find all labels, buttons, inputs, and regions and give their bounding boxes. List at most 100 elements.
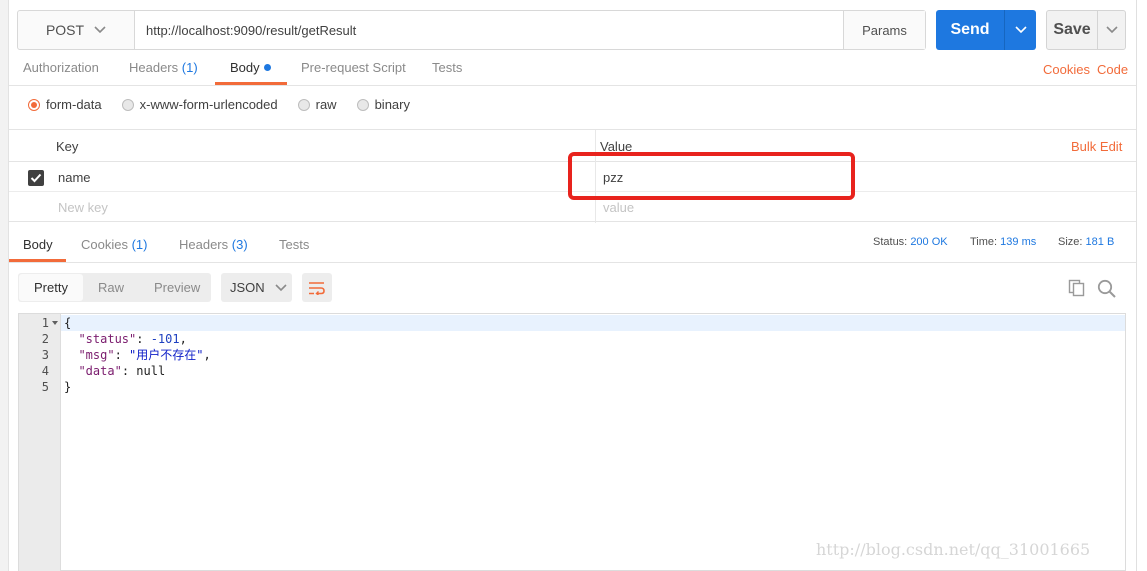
json-key: "status": [78, 332, 137, 346]
response-tab-headers[interactable]: Headers (3): [179, 237, 248, 252]
send-button[interactable]: Send: [936, 10, 1036, 50]
code-link[interactable]: Code: [1097, 62, 1128, 77]
radio-x-www-form-urlencoded[interactable]: x-www-form-urlencoded: [121, 97, 278, 112]
wrap-lines-icon: [309, 281, 325, 295]
status-value: 200 OK: [910, 236, 948, 248]
active-line-highlight: [61, 315, 1125, 331]
tab-tests-label: Tests: [432, 60, 463, 75]
body-type-radio-group: form-data x-www-form-urlencoded raw bina…: [28, 97, 410, 112]
watermark: http://blog.csdn.net/qq_31001665: [816, 540, 1091, 559]
tab-pre-request-label: Pre-request Script: [301, 60, 406, 75]
radio-unselected-icon: [297, 98, 310, 111]
response-tabs: Body Cookies (1) Headers (3) Tests Statu…: [9, 229, 1136, 263]
params-button[interactable]: Params: [843, 11, 925, 49]
left-sidebar-edge: [0, 0, 9, 571]
radio-raw-label: raw: [315, 97, 337, 112]
radio-unselected-icon: [356, 98, 369, 111]
response-time: Time: 139 ms: [970, 236, 1036, 248]
response-headers-count: (3): [231, 237, 248, 252]
tab-body-label: Body: [230, 60, 260, 75]
code-line: "msg": "用户不存在",: [78, 348, 211, 362]
radio-selected-icon: [28, 98, 40, 111]
open-brace: {: [64, 316, 72, 330]
json-value: -101: [150, 332, 180, 346]
new-key-input[interactable]: New key: [58, 200, 108, 215]
time-value: 139 ms: [1000, 236, 1037, 248]
method-label: POST: [45, 22, 85, 38]
wrap-lines-button[interactable]: [302, 273, 332, 302]
response-tab-body[interactable]: Body: [23, 237, 53, 252]
chevron-down-icon: [94, 26, 106, 34]
radio-binary-label: binary: [374, 97, 410, 112]
json-value: "用户不存在": [129, 348, 204, 362]
tab-headers-count: (1): [181, 60, 198, 75]
response-tab-body-label: Body: [23, 237, 53, 252]
url-input[interactable]: http://localhost:9090/result/getResult: [135, 11, 843, 49]
close-brace: }: [64, 380, 72, 394]
response-status: Status: 200 OK: [873, 236, 948, 248]
tab-tests[interactable]: Tests: [432, 60, 462, 75]
bulk-edit-link[interactable]: Bulk Edit: [1071, 139, 1122, 154]
request-url-bar: POST http://localhost:9090/result/getRes…: [17, 10, 926, 50]
tab-body[interactable]: Body: [230, 60, 271, 75]
json-key: "data": [78, 364, 122, 378]
status-label: Status:: [873, 236, 908, 248]
radio-raw[interactable]: raw: [297, 97, 337, 112]
radio-form-data[interactable]: form-data: [28, 97, 102, 112]
checkmark-icon: [30, 173, 42, 183]
save-button[interactable]: Save: [1046, 10, 1126, 50]
radio-unselected-icon: [121, 98, 134, 111]
row-enabled-checkbox[interactable]: [28, 170, 44, 186]
tab-authorization-label: Authorization: [23, 60, 99, 75]
view-preview-button[interactable]: Preview: [139, 280, 215, 295]
send-label: Send: [950, 21, 990, 38]
response-body-editor[interactable]: 1 2 3 4 5 { "status": -101, "msg": "用户不存…: [18, 313, 1126, 571]
radio-binary[interactable]: binary: [356, 97, 410, 112]
right-panel-edge: [1136, 0, 1147, 571]
request-tabs: Authorization Headers (1) Body Pre-reque…: [9, 52, 1136, 86]
fold-toggle-icon[interactable]: [52, 321, 58, 325]
json-key: "msg": [78, 348, 115, 362]
annotation-highlight-box: [568, 152, 855, 200]
response-tab-headers-label: Headers: [179, 237, 229, 252]
tab-headers[interactable]: Headers (1): [129, 60, 198, 75]
save-options-chevron-icon[interactable]: [1097, 11, 1125, 49]
method-dropdown[interactable]: POST: [18, 11, 135, 49]
response-tab-cookies[interactable]: Cookies (1): [81, 237, 147, 252]
line-number: 2: [41, 332, 49, 346]
code-line: {: [64, 315, 71, 331]
format-dropdown[interactable]: JSON: [221, 273, 292, 302]
tab-pre-request-script[interactable]: Pre-request Script: [301, 60, 406, 75]
response-tab-tests[interactable]: Tests: [279, 237, 309, 252]
code-line: }: [64, 379, 71, 395]
response-cookies-count: (1): [131, 237, 148, 252]
response-tab-tests-label: Tests: [279, 237, 310, 252]
size-label: Size:: [1058, 236, 1083, 248]
line-number: 3: [41, 348, 49, 362]
cookies-link[interactable]: Cookies: [1043, 62, 1090, 77]
view-raw-button[interactable]: Raw: [83, 280, 139, 295]
time-label: Time:: [970, 236, 998, 248]
copy-icon[interactable]: [1068, 279, 1086, 300]
new-value-input[interactable]: value: [603, 200, 634, 215]
save-label: Save: [1053, 21, 1091, 38]
view-mode-group: Pretty Raw Preview: [18, 273, 211, 302]
line-number: 5: [41, 380, 49, 394]
response-tab-cookies-label: Cookies: [81, 237, 128, 252]
view-pretty-button[interactable]: Pretty: [19, 274, 83, 301]
tab-headers-label: Headers: [129, 60, 179, 75]
line-number: 1: [41, 316, 49, 330]
radio-urlencoded-label: x-www-form-urlencoded: [139, 97, 278, 112]
search-icon[interactable]: [1097, 279, 1117, 302]
active-response-tab-indicator: [9, 259, 66, 262]
body-modified-dot-icon: [263, 64, 271, 71]
key-column-header: Key: [56, 139, 79, 154]
format-label: JSON: [230, 280, 265, 295]
active-tab-indicator: [215, 82, 287, 85]
response-size: Size: 181 B: [1058, 236, 1114, 248]
code-line: "status": -101,: [78, 332, 187, 346]
key-cell[interactable]: name: [58, 170, 91, 185]
send-options-chevron-icon[interactable]: [1004, 10, 1036, 50]
line-number: 4: [41, 364, 49, 378]
tab-authorization[interactable]: Authorization: [23, 60, 99, 75]
